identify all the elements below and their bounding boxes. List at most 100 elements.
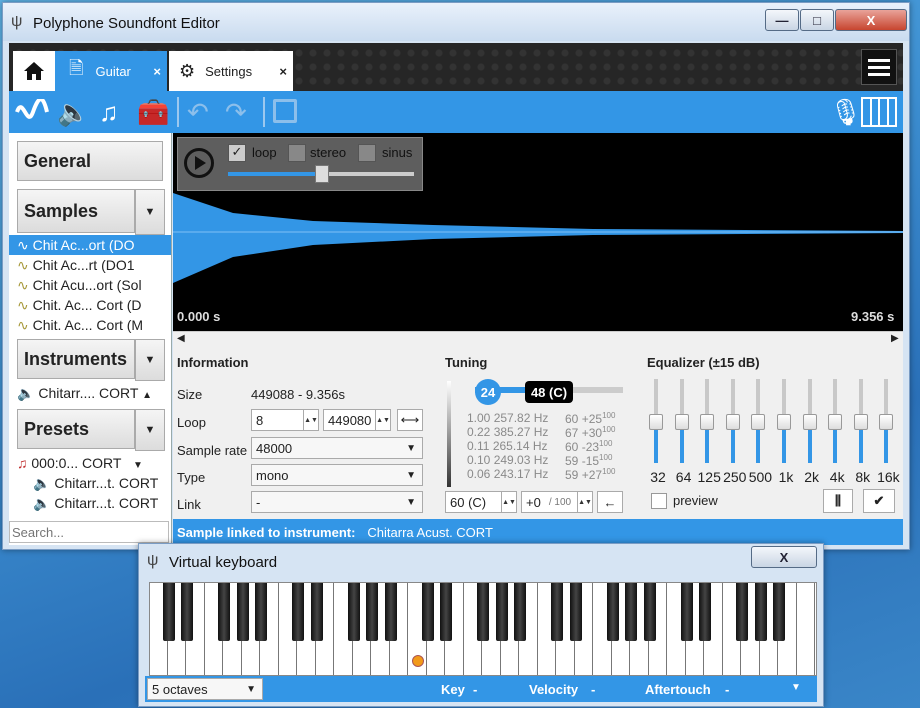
- black-key[interactable]: [495, 583, 508, 641]
- music-note-icon[interactable]: ♫: [99, 91, 119, 133]
- presets-expand-button[interactable]: ▼: [135, 409, 165, 451]
- eq-knob-125[interactable]: [700, 414, 715, 430]
- eq-knob-16k[interactable]: [879, 414, 894, 430]
- sample-item[interactable]: ∿ Chit Ac...rt (DO1: [9, 255, 171, 275]
- preset-instrument-item[interactable]: 🔈 Chitarr...t. CORT: [9, 473, 171, 493]
- black-key[interactable]: [218, 583, 230, 641]
- sample-wave-icon[interactable]: [15, 99, 49, 125]
- apply-root-button[interactable]: ←: [597, 491, 623, 513]
- minimize-button[interactable]: —: [765, 9, 799, 31]
- home-tab[interactable]: [13, 51, 55, 91]
- loop-start-field[interactable]: 8 ▲▼: [251, 409, 319, 431]
- preview-checkbox[interactable]: [651, 493, 667, 509]
- redo-icon[interactable]: ↷: [225, 91, 247, 133]
- black-key[interactable]: [736, 583, 748, 641]
- spin-arrows-icon[interactable]: ▲▼: [375, 409, 390, 431]
- microphone-icon[interactable]: 🎙: [829, 91, 862, 133]
- piano-keys[interactable]: [149, 582, 817, 676]
- samples-expand-button[interactable]: ▼: [135, 189, 165, 235]
- instruments-header[interactable]: Instruments: [17, 339, 135, 379]
- tab-close-icon[interactable]: ×: [153, 64, 161, 79]
- black-key[interactable]: [162, 583, 175, 641]
- link-select[interactable]: - ▼: [251, 491, 423, 513]
- scroll-left-icon[interactable]: ◀: [177, 333, 185, 344]
- black-key[interactable]: [384, 583, 397, 641]
- eq-knob-250[interactable]: [725, 414, 740, 430]
- search-input[interactable]: [9, 521, 169, 543]
- speaker-icon[interactable]: 🔈: [57, 91, 89, 133]
- black-key[interactable]: [310, 583, 323, 641]
- black-key[interactable]: [754, 583, 767, 641]
- presets-header[interactable]: Presets: [17, 409, 135, 449]
- instruments-expand-button[interactable]: ▼: [135, 339, 165, 381]
- menu-button[interactable]: [861, 49, 897, 85]
- black-key[interactable]: [643, 583, 656, 641]
- preset-instrument-item[interactable]: 🔈 Chitarr...t. CORT: [9, 493, 171, 513]
- play-button[interactable]: [184, 148, 214, 178]
- caret-up-icon[interactable]: ▲: [142, 390, 152, 401]
- tab-close-icon[interactable]: ×: [279, 64, 287, 79]
- black-key[interactable]: [699, 583, 711, 641]
- piano-icon[interactable]: [861, 97, 897, 127]
- general-button[interactable]: General: [17, 141, 163, 181]
- sample-item[interactable]: ∿ Chit Ac...ort (DO: [9, 235, 171, 255]
- loop-swap-button[interactable]: ⟷: [397, 409, 423, 431]
- sample-item[interactable]: ∿ Chit. Ac... Cort (D: [9, 295, 171, 315]
- eq-knob-2k[interactable]: [802, 414, 817, 430]
- type-select[interactable]: mono ▼: [251, 464, 423, 486]
- samples-header[interactable]: Samples: [17, 189, 135, 233]
- sample-item[interactable]: ∿ Chit. Ac... Cort (M: [9, 315, 171, 335]
- eq-knob-500[interactable]: [751, 414, 766, 430]
- black-key[interactable]: [292, 583, 304, 641]
- equalizer-reset-button[interactable]: ⫼: [823, 489, 853, 513]
- caret-down-icon[interactable]: ▼: [133, 460, 143, 471]
- loop-end-field[interactable]: 449080 ▲▼: [323, 409, 391, 431]
- instrument-item[interactable]: 🔈 Chitarr.... CORT ▲: [9, 383, 171, 403]
- volume-slider[interactable]: [228, 165, 414, 183]
- sample-item[interactable]: ∿ Chit Acu...ort (Sol: [9, 275, 171, 295]
- black-key[interactable]: [773, 583, 785, 641]
- black-key[interactable]: [347, 583, 360, 641]
- tab-guitar[interactable]: 🗎 Guitar ×: [55, 51, 167, 91]
- black-key[interactable]: [421, 583, 434, 641]
- black-key[interactable]: [514, 583, 526, 641]
- spin-arrows-icon[interactable]: ▲▼: [577, 491, 592, 513]
- tab-settings[interactable]: ⚙ Settings ×: [169, 51, 293, 91]
- black-key[interactable]: [440, 583, 452, 641]
- horizontal-scrollbar[interactable]: ◀ ▶: [173, 331, 903, 348]
- toolbox-icon[interactable]: 🧰: [137, 91, 169, 133]
- black-key[interactable]: [551, 583, 563, 641]
- black-key[interactable]: [606, 583, 619, 641]
- black-key[interactable]: [366, 583, 378, 641]
- black-key[interactable]: [680, 583, 693, 641]
- keyboard-close-button[interactable]: X: [751, 546, 817, 568]
- black-key[interactable]: [625, 583, 637, 641]
- close-button[interactable]: X: [835, 9, 907, 31]
- eq-knob-32[interactable]: [649, 414, 663, 430]
- black-key[interactable]: [569, 583, 582, 641]
- black-key[interactable]: [255, 583, 267, 641]
- sinus-checkbox[interactable]: [358, 144, 376, 162]
- scroll-right-icon[interactable]: ▶: [891, 333, 899, 344]
- eq-knob-64[interactable]: [674, 414, 689, 430]
- sample-rate-select[interactable]: 48000 ▼: [251, 437, 423, 459]
- correction-field[interactable]: +0/ 100 ▲▼: [521, 491, 593, 513]
- undo-icon[interactable]: ↶: [187, 91, 209, 133]
- black-key[interactable]: [181, 583, 193, 641]
- eq-knob-8k[interactable]: [853, 414, 868, 430]
- white-key[interactable]: [797, 583, 815, 675]
- black-key[interactable]: [477, 583, 489, 641]
- black-key[interactable]: [236, 583, 249, 641]
- stereo-checkbox[interactable]: [288, 144, 306, 162]
- spin-arrows-icon[interactable]: ▲▼: [303, 409, 318, 431]
- tuning-left-handle[interactable]: 24: [475, 379, 501, 405]
- loop-checkbox[interactable]: ✓: [228, 144, 246, 162]
- root-key-field[interactable]: 60 (C) ▲▼: [445, 491, 517, 513]
- save-icon[interactable]: [273, 99, 297, 123]
- tuning-right-handle[interactable]: 48 (C): [525, 381, 573, 403]
- spin-arrows-icon[interactable]: ▲▼: [501, 491, 516, 513]
- octaves-select[interactable]: 5 octaves ▼: [147, 678, 263, 700]
- volume-knob[interactable]: [315, 165, 329, 183]
- eq-knob-1k[interactable]: [777, 414, 791, 430]
- keyboard-menu-icon[interactable]: ▼: [791, 682, 801, 693]
